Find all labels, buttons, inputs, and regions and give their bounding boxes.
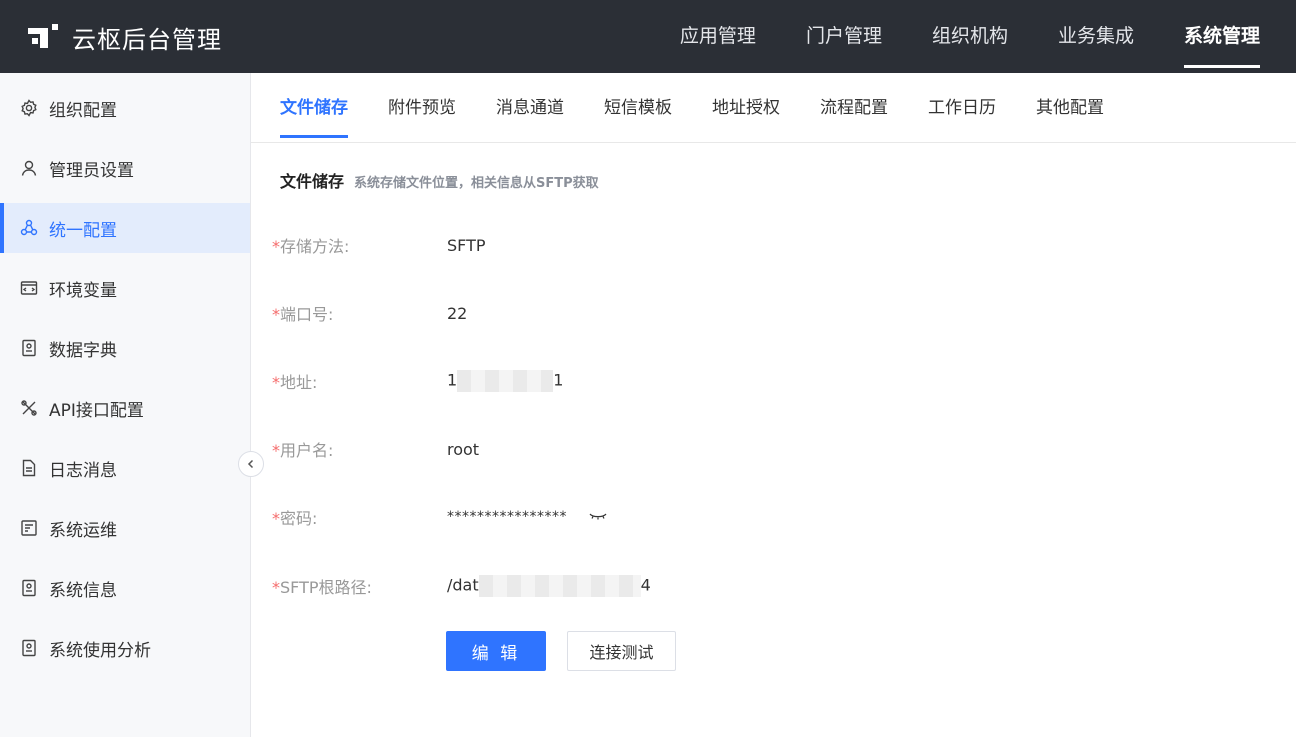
tab-sms-template[interactable]: 短信模板 (604, 73, 672, 143)
required-mark: * (272, 305, 280, 324)
gear-icon (20, 99, 38, 117)
sidebar: 组织配置 管理员设置 统一配置 环境变量 数据字典 API接口配置 日志消息 系… (0, 73, 251, 737)
sidebar-item-label: 组织配置 (49, 100, 117, 121)
tab-message-channel[interactable]: 消息通道 (496, 73, 564, 143)
top-bar: 云枢后台管理 应用管理 门户管理 组织机构 业务集成 系统管理 (0, 0, 1296, 73)
sidebar-item-label: 统一配置 (49, 220, 117, 241)
required-mark: * (272, 237, 280, 256)
field-label: *存储方法: (272, 237, 350, 256)
tab-workflow-config[interactable]: 流程配置 (820, 73, 888, 143)
sidebar-item-system-maintenance[interactable]: 系统运维 (0, 503, 250, 553)
sidebar-item-label: 日志消息 (49, 460, 117, 481)
topnav-organization[interactable]: 组织机构 (932, 0, 1008, 73)
topnav-system-management[interactable]: 系统管理 (1183, 0, 1261, 73)
address-value: 11 (447, 370, 563, 392)
required-mark: * (272, 578, 280, 597)
sidebar-item-admin-settings[interactable]: 管理员设置 (0, 143, 250, 193)
sidebar-item-data-dictionary[interactable]: 数据字典 (0, 323, 250, 373)
info-file-icon (20, 579, 38, 597)
chevron-left-icon (247, 459, 254, 469)
storage-method-value: SFTP (447, 235, 486, 255)
topnav-portal-management[interactable]: 门户管理 (806, 0, 882, 73)
sidebar-item-log-messages[interactable]: 日志消息 (0, 443, 250, 493)
field-label: *地址: (272, 373, 318, 392)
tools-icon (20, 399, 38, 417)
sidebar-item-label: 系统信息 (49, 580, 117, 601)
redacted-path (478, 575, 641, 597)
sidebar-item-label: 环境变量 (49, 280, 117, 301)
brand[interactable]: 云枢后台管理 (28, 20, 222, 55)
test-connection-button[interactable]: 连接测试 (567, 631, 676, 671)
required-mark: * (272, 509, 280, 528)
password-mask: **************** (447, 509, 567, 525)
sidebar-item-env-variables[interactable]: 环境变量 (0, 263, 250, 313)
field-label: *用户名: (272, 441, 334, 460)
form-row-password: *密码: **************** (272, 505, 607, 529)
eye-closed-icon[interactable] (589, 512, 607, 522)
required-mark: * (272, 441, 280, 460)
maintenance-icon (20, 519, 38, 537)
sidebar-item-label: API接口配置 (49, 400, 144, 421)
form-row-sftp-root: *SFTP根路径: /dat 4 (272, 574, 651, 598)
cluster-icon (20, 219, 38, 237)
field-label: *SFTP根路径: (272, 578, 372, 597)
required-mark: * (272, 373, 280, 392)
code-window-icon (20, 279, 38, 297)
field-label: *端口号: (272, 305, 334, 324)
tab-address-authorization[interactable]: 地址授权 (712, 73, 780, 143)
sidebar-item-api-config[interactable]: API接口配置 (0, 383, 250, 433)
sidebar-item-label: 系统运维 (49, 520, 117, 541)
top-nav: 应用管理 门户管理 组织机构 业务集成 系统管理 (630, 0, 1261, 73)
section-title: 文件储存 (280, 172, 345, 191)
config-tabs: 文件储存 附件预览 消息通道 短信模板 地址授权 流程配置 工作日历 其他配置 (251, 73, 1296, 143)
topnav-business-integration[interactable]: 业务集成 (1058, 0, 1134, 73)
topnav-app-management[interactable]: 应用管理 (680, 0, 756, 73)
tab-attachment-preview[interactable]: 附件预览 (388, 73, 456, 143)
form-row-storage-method: *存储方法: SFTP (272, 233, 486, 257)
sftp-root-value: /dat 4 (447, 575, 651, 597)
app-title: 云枢后台管理 (72, 26, 222, 54)
sidebar-item-usage-analysis[interactable]: 系统使用分析 (0, 623, 250, 673)
sidebar-item-label: 数据字典 (49, 340, 117, 361)
tab-file-storage[interactable]: 文件储存 (280, 73, 348, 143)
sidebar-collapse-button[interactable] (238, 451, 264, 477)
user-icon (20, 159, 38, 177)
sidebar-item-label: 系统使用分析 (49, 640, 151, 661)
tab-other-config[interactable]: 其他配置 (1036, 73, 1104, 143)
redacted-address (457, 370, 554, 392)
sidebar-item-org-config[interactable]: 组织配置 (0, 83, 250, 133)
logo-icon (28, 23, 60, 52)
form-row-username: *用户名: root (272, 437, 479, 461)
edit-button[interactable]: 编 辑 (446, 631, 546, 671)
sidebar-item-label: 管理员设置 (49, 160, 134, 181)
section-description: 系统存储文件位置，相关信息从SFTP获取 (354, 176, 599, 191)
analysis-icon (20, 639, 38, 657)
field-label: *密码: (272, 509, 318, 528)
username-value: root (447, 439, 480, 459)
port-value: 22 (447, 303, 468, 323)
form-row-port: *端口号: 22 (272, 301, 467, 325)
book-icon (20, 339, 38, 357)
sidebar-item-system-info[interactable]: 系统信息 (0, 563, 250, 613)
form-row-address: *地址: 11 (272, 369, 563, 393)
password-value: **************** (447, 509, 607, 525)
tab-work-calendar[interactable]: 工作日历 (928, 73, 996, 143)
sidebar-item-unified-config[interactable]: 统一配置 (0, 203, 250, 253)
document-icon (20, 459, 38, 477)
section-header: 文件储存 系统存储文件位置，相关信息从SFTP获取 (280, 168, 599, 192)
